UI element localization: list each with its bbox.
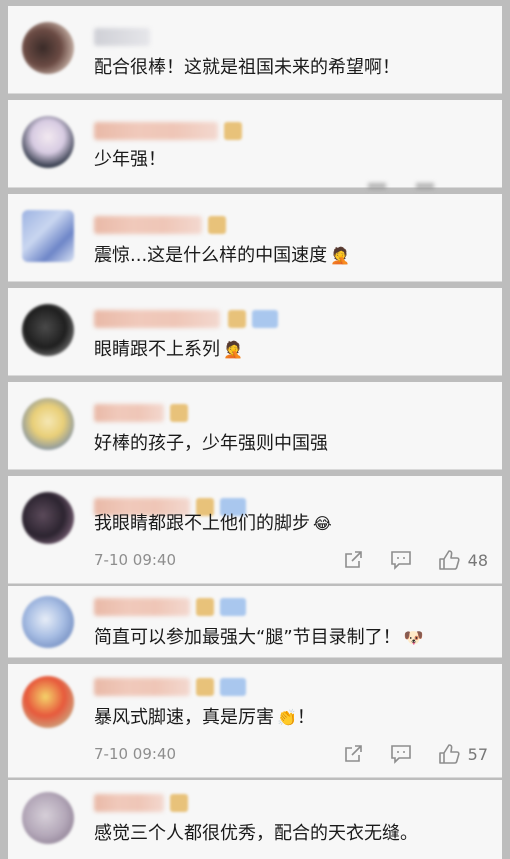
comment-card: 感觉三个人都很优秀，配合的天衣无缝。 [8,780,502,859]
like-thumb-icon[interactable] [438,743,460,765]
avatar[interactable] [22,116,74,168]
comment-text: 感觉三个人都很优秀，配合的天衣无缝。 [94,823,418,844]
laughing-emoji-icon: 😂 [313,514,332,533]
comment-card: 简直可以参加最强大“腿”节目录制了！ 🐶 [8,586,502,658]
like-count: 48 [467,550,488,570]
comment-meta-row: 7-10 09:40 48 [94,548,488,572]
avatar[interactable] [22,210,74,262]
username-blurred[interactable] [94,678,190,696]
comment-time: 7-10 09:40 [94,551,177,569]
username-blurred[interactable] [94,122,218,140]
vip-badge [224,122,242,140]
comment-card: 我眼睛都跟不上他们的脚步 😂 7-10 09:40 48 [8,476,502,584]
like-thumb-icon[interactable] [438,549,460,571]
comment-card: 少年强！ [8,100,502,189]
vip-badge [196,598,214,616]
level-badge [220,678,246,696]
comment-text: 好棒的孩子，少年强则中国强 [94,433,328,454]
vip-badge [170,404,188,422]
share-icon[interactable] [342,743,364,765]
like-count: 57 [467,744,488,764]
comment-text: 暴风式脚速，真是厉害 👏！ [94,707,315,728]
share-icon[interactable] [342,549,364,571]
facepalm-emoji-icon: 🤦 [223,340,243,359]
comment-card: 配合很棒！这就是祖国未来的希望啊！ [8,6,502,94]
comment-meta-row: 7-10 09:40 57 [94,742,488,766]
comment-card: 震惊...这是什么样的中国速度 🤦 [8,194,502,282]
username-blurred[interactable] [94,404,164,422]
username-blurred[interactable] [94,310,220,328]
vip-badge [228,310,246,328]
comment-text: 配合很棒！这就是祖国未来的希望啊！ [94,57,400,78]
doge-emoji-icon: 🐶 [403,628,424,647]
username-blurred[interactable] [94,794,164,812]
vip-badge [170,794,188,812]
comment-card: 眼睛跟不上系列 🤦 [8,288,502,376]
avatar[interactable] [22,304,74,356]
comment-text: 震惊...这是什么样的中国速度 🤦 [94,245,351,266]
facepalm-emoji-icon: 🤦 [330,246,351,265]
comment-icon[interactable] [390,743,412,765]
comment-time: 7-10 09:40 [94,745,177,763]
avatar[interactable] [22,398,74,450]
avatar[interactable] [22,676,74,728]
vip-badge [196,678,214,696]
username-blurred[interactable] [94,216,202,234]
level-badge [252,310,278,328]
comment-text: 简直可以参加最强大“腿”节目录制了！ 🐶 [94,627,424,648]
avatar[interactable] [22,596,74,648]
comment-text: 我眼睛都跟不上他们的脚步 😂 [94,513,332,534]
comment-card: 暴风式脚速，真是厉害 👏！ 7-10 09:40 57 [8,664,502,778]
comment-card: 好棒的孩子，少年强则中国强 [8,382,502,470]
username-blurred[interactable] [94,598,190,616]
username-blurred[interactable] [94,28,150,46]
level-badge [220,598,246,616]
applause-emoji-icon: 👏 [277,708,297,727]
comment-text: 少年强！ [94,149,166,170]
avatar[interactable] [22,22,74,74]
avatar[interactable] [22,792,74,844]
comment-icon[interactable] [390,549,412,571]
vip-badge [208,216,226,234]
comment-text: 眼睛跟不上系列 🤦 [94,339,243,360]
avatar[interactable] [22,492,74,544]
